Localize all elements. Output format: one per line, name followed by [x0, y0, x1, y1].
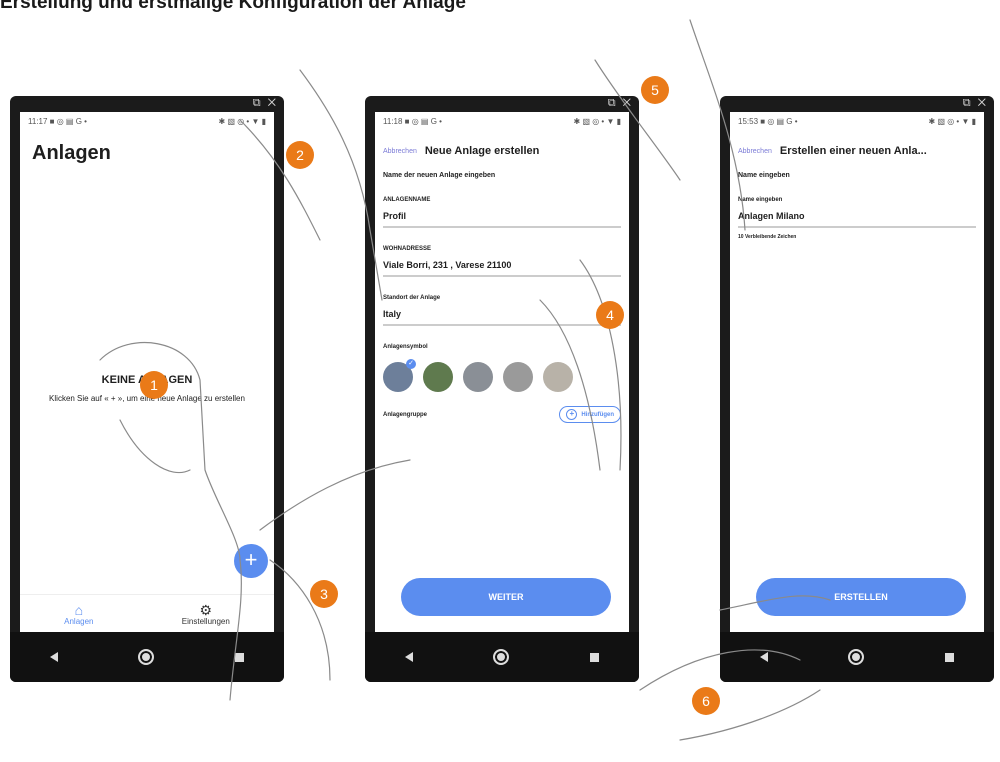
callout-5: 5 — [641, 76, 669, 104]
callout-4: 4 — [596, 301, 624, 329]
callout-2: 2 — [286, 141, 314, 169]
callout-6: 6 — [692, 687, 720, 715]
callout-1: 1 — [140, 371, 168, 399]
callout-3: 3 — [310, 580, 338, 608]
